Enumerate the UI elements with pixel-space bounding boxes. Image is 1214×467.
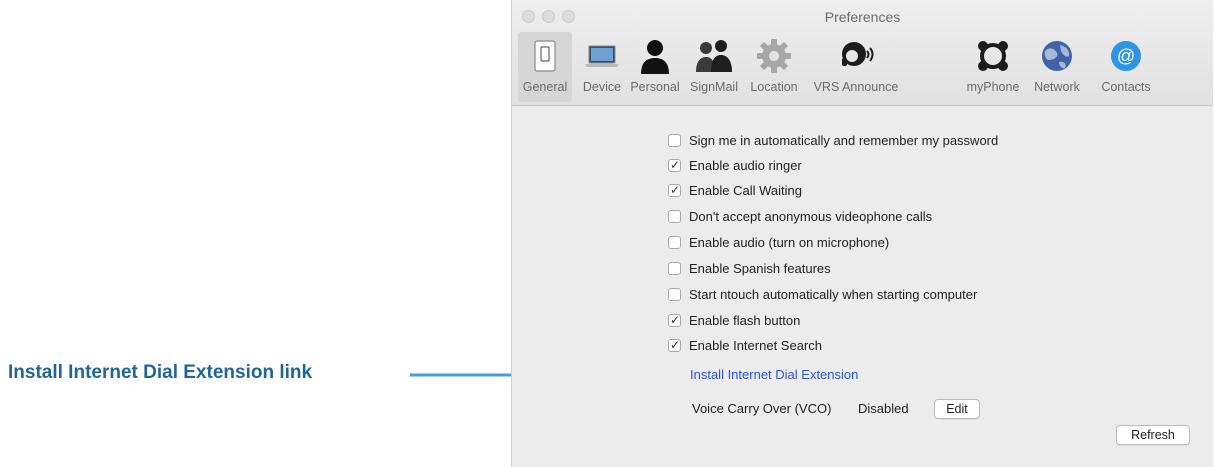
refresh-button[interactable]: Refresh [1116, 425, 1190, 445]
edit-vco-button[interactable]: Edit [934, 399, 980, 419]
tab-label: Device [582, 80, 622, 94]
vco-status: Disabled [858, 401, 909, 416]
tab-network[interactable]: Network [1026, 32, 1088, 102]
toolbar: Preferences General Device Personal Sign… [512, 0, 1213, 106]
tab-vrs-announce[interactable]: VRS Announce [806, 32, 906, 102]
callout-label: Install Internet Dial Extension link [8, 362, 313, 383]
tab-label: myPhone [966, 80, 1020, 94]
tab-myphone[interactable]: myPhone [960, 32, 1026, 102]
checkbox[interactable]: ✓ [668, 182, 681, 197]
gear-icon [757, 39, 791, 73]
checkmark-icon: ✓ [670, 157, 681, 172]
person-icon [641, 40, 669, 74]
checkmark-icon: ✓ [670, 337, 681, 352]
option-audio-ringer[interactable]: ✓ Enable audio ringer [668, 156, 802, 174]
option-spanish-features[interactable]: Enable Spanish features [668, 259, 831, 277]
checkbox[interactable] [668, 133, 681, 147]
tab-signmail[interactable]: SignMail [684, 32, 744, 102]
tab-personal[interactable]: Personal [626, 32, 684, 102]
tab-label: SignMail [690, 80, 738, 94]
checkmark-icon: ✓ [670, 312, 681, 327]
tab-general[interactable]: General [518, 32, 572, 102]
myphone-icon [978, 41, 1008, 71]
checkbox[interactable]: ✓ [668, 312, 681, 327]
option-enable-audio[interactable]: Enable audio (turn on microphone) [668, 233, 889, 251]
vco-label: Voice Carry Over (VCO) [692, 401, 832, 416]
option-flash-button[interactable]: ✓ Enable flash button [668, 311, 800, 329]
option-call-waiting[interactable]: ✓ Enable Call Waiting [668, 181, 802, 199]
install-internet-dial-extension-link[interactable]: Install Internet Dial Extension [690, 367, 858, 382]
tab-label: Network [1034, 80, 1080, 94]
tab-label: General [522, 80, 568, 94]
option-label: Enable Internet Search [689, 337, 822, 353]
option-anonymous-calls[interactable]: Don't accept anonymous videophone calls [668, 207, 932, 225]
option-start-automatically[interactable]: Start ntouch automatically when starting… [668, 285, 977, 303]
tab-label: Contacts [1101, 80, 1151, 94]
checkbox[interactable] [668, 209, 681, 223]
tab-label: VRS Announce [813, 80, 899, 94]
checkmark-icon: ✓ [670, 182, 681, 197]
laptop-icon [585, 45, 619, 67]
announcer-icon [842, 42, 874, 66]
switch-icon [534, 40, 556, 72]
globe-icon [1042, 41, 1072, 71]
option-label: Enable flash button [689, 312, 801, 328]
checkbox[interactable]: ✓ [668, 337, 681, 352]
tab-contacts[interactable]: @ Contacts [1090, 32, 1162, 102]
option-label: Enable Spanish features [689, 260, 831, 276]
tab-label: Personal [630, 80, 680, 94]
tab-device[interactable]: Device [578, 32, 626, 102]
checkbox[interactable] [668, 261, 681, 275]
tab-location[interactable]: Location [744, 32, 804, 102]
people-icon [696, 40, 732, 72]
tab-label: Location [750, 80, 798, 94]
option-internet-search[interactable]: ✓ Enable Internet Search [668, 336, 822, 354]
option-label: Don't accept anonymous videophone calls [689, 208, 933, 224]
option-label: Sign me in automatically and remember my… [689, 132, 999, 148]
at-sign-icon: @ [1111, 41, 1141, 71]
option-label: Start ntouch automatically when starting… [689, 286, 978, 302]
option-label: Enable audio (turn on microphone) [689, 234, 890, 250]
option-auto-sign-in[interactable]: Sign me in automatically and remember my… [668, 131, 998, 149]
checkbox[interactable]: ✓ [668, 157, 681, 172]
option-label: Enable Call Waiting [689, 182, 802, 198]
checkbox[interactable] [668, 235, 681, 249]
option-label: Enable audio ringer [689, 157, 802, 173]
checkbox[interactable] [668, 287, 681, 301]
svg-text:@: @ [1117, 46, 1135, 66]
window-title: Preferences [824, 9, 901, 25]
